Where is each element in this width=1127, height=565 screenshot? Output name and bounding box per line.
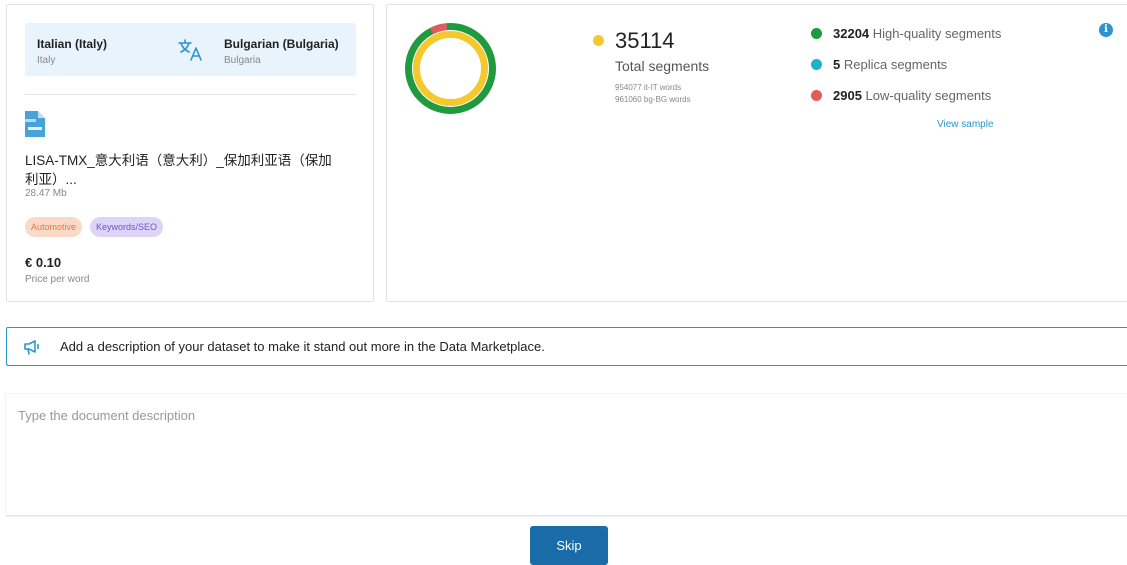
high-quality-row: 32204 High-quality segments [811, 26, 1001, 41]
price-label: Price per word [25, 274, 90, 285]
target-language: Bulgarian (Bulgaria) [224, 37, 339, 51]
target-region: Bulgaria [224, 55, 261, 66]
source-language: Italian (Italy) [37, 37, 108, 51]
total-segments-count: 35114 [615, 28, 675, 53]
low-quality-arc [430, 23, 448, 35]
low-quality-dot [811, 90, 822, 101]
source-region: Italy [37, 55, 56, 66]
replica-count: 5 [833, 57, 841, 72]
total-segments-label: Total segments [615, 58, 710, 74]
low-quality-count: 2905 [833, 88, 862, 103]
total-ring [413, 31, 488, 106]
high-quality-ring [405, 23, 496, 114]
high-quality-dot [811, 28, 822, 39]
document-description-input[interactable] [6, 394, 1127, 516]
skip-button[interactable]: Skip [530, 526, 608, 565]
view-sample-link[interactable]: View sample [937, 119, 994, 130]
price-value: € 0.10 [25, 255, 62, 270]
notice-text: Add a description of your dataset to mak… [60, 339, 545, 354]
segments-donut-chart [405, 23, 496, 114]
file-name: LISA-TMX_意大利语（意大利）_保加利亚语（保加利亚）... [25, 153, 332, 187]
dataset-card: Italian (Italy) Italy Bulgarian (Bulgari… [6, 4, 374, 302]
low-quality-row: 2905 Low-quality segments [811, 88, 991, 103]
tag-keywords-seo: Keywords/SEO [90, 217, 164, 237]
file-size: 28.47 Mb [25, 188, 67, 199]
stats-card: 35114 Total segments 954077 it-IT words … [386, 4, 1127, 302]
replica-dot [811, 59, 822, 70]
target-word-count: 961060 bg-BG words [615, 95, 691, 104]
language-pair-box: Italian (Italy) Italy Bulgarian (Bulgari… [25, 23, 356, 76]
low-quality-label: Low-quality segments [865, 88, 992, 103]
translate-icon [178, 39, 202, 61]
replica-label: Replica segments [843, 57, 948, 72]
high-quality-count: 32204 [833, 26, 870, 41]
source-word-count: 954077 it-IT words [615, 83, 682, 92]
description-notice: Add a description of your dataset to mak… [6, 327, 1127, 366]
total-dot [593, 35, 604, 46]
megaphone-icon [24, 340, 39, 355]
high-quality-label: High-quality segments [872, 26, 1002, 41]
info-icon[interactable]: i [1099, 23, 1113, 37]
document-icon [25, 111, 45, 137]
divider [25, 94, 356, 95]
tag-automotive: Automotive [25, 217, 83, 237]
replica-row: 5 Replica segments [811, 57, 947, 72]
